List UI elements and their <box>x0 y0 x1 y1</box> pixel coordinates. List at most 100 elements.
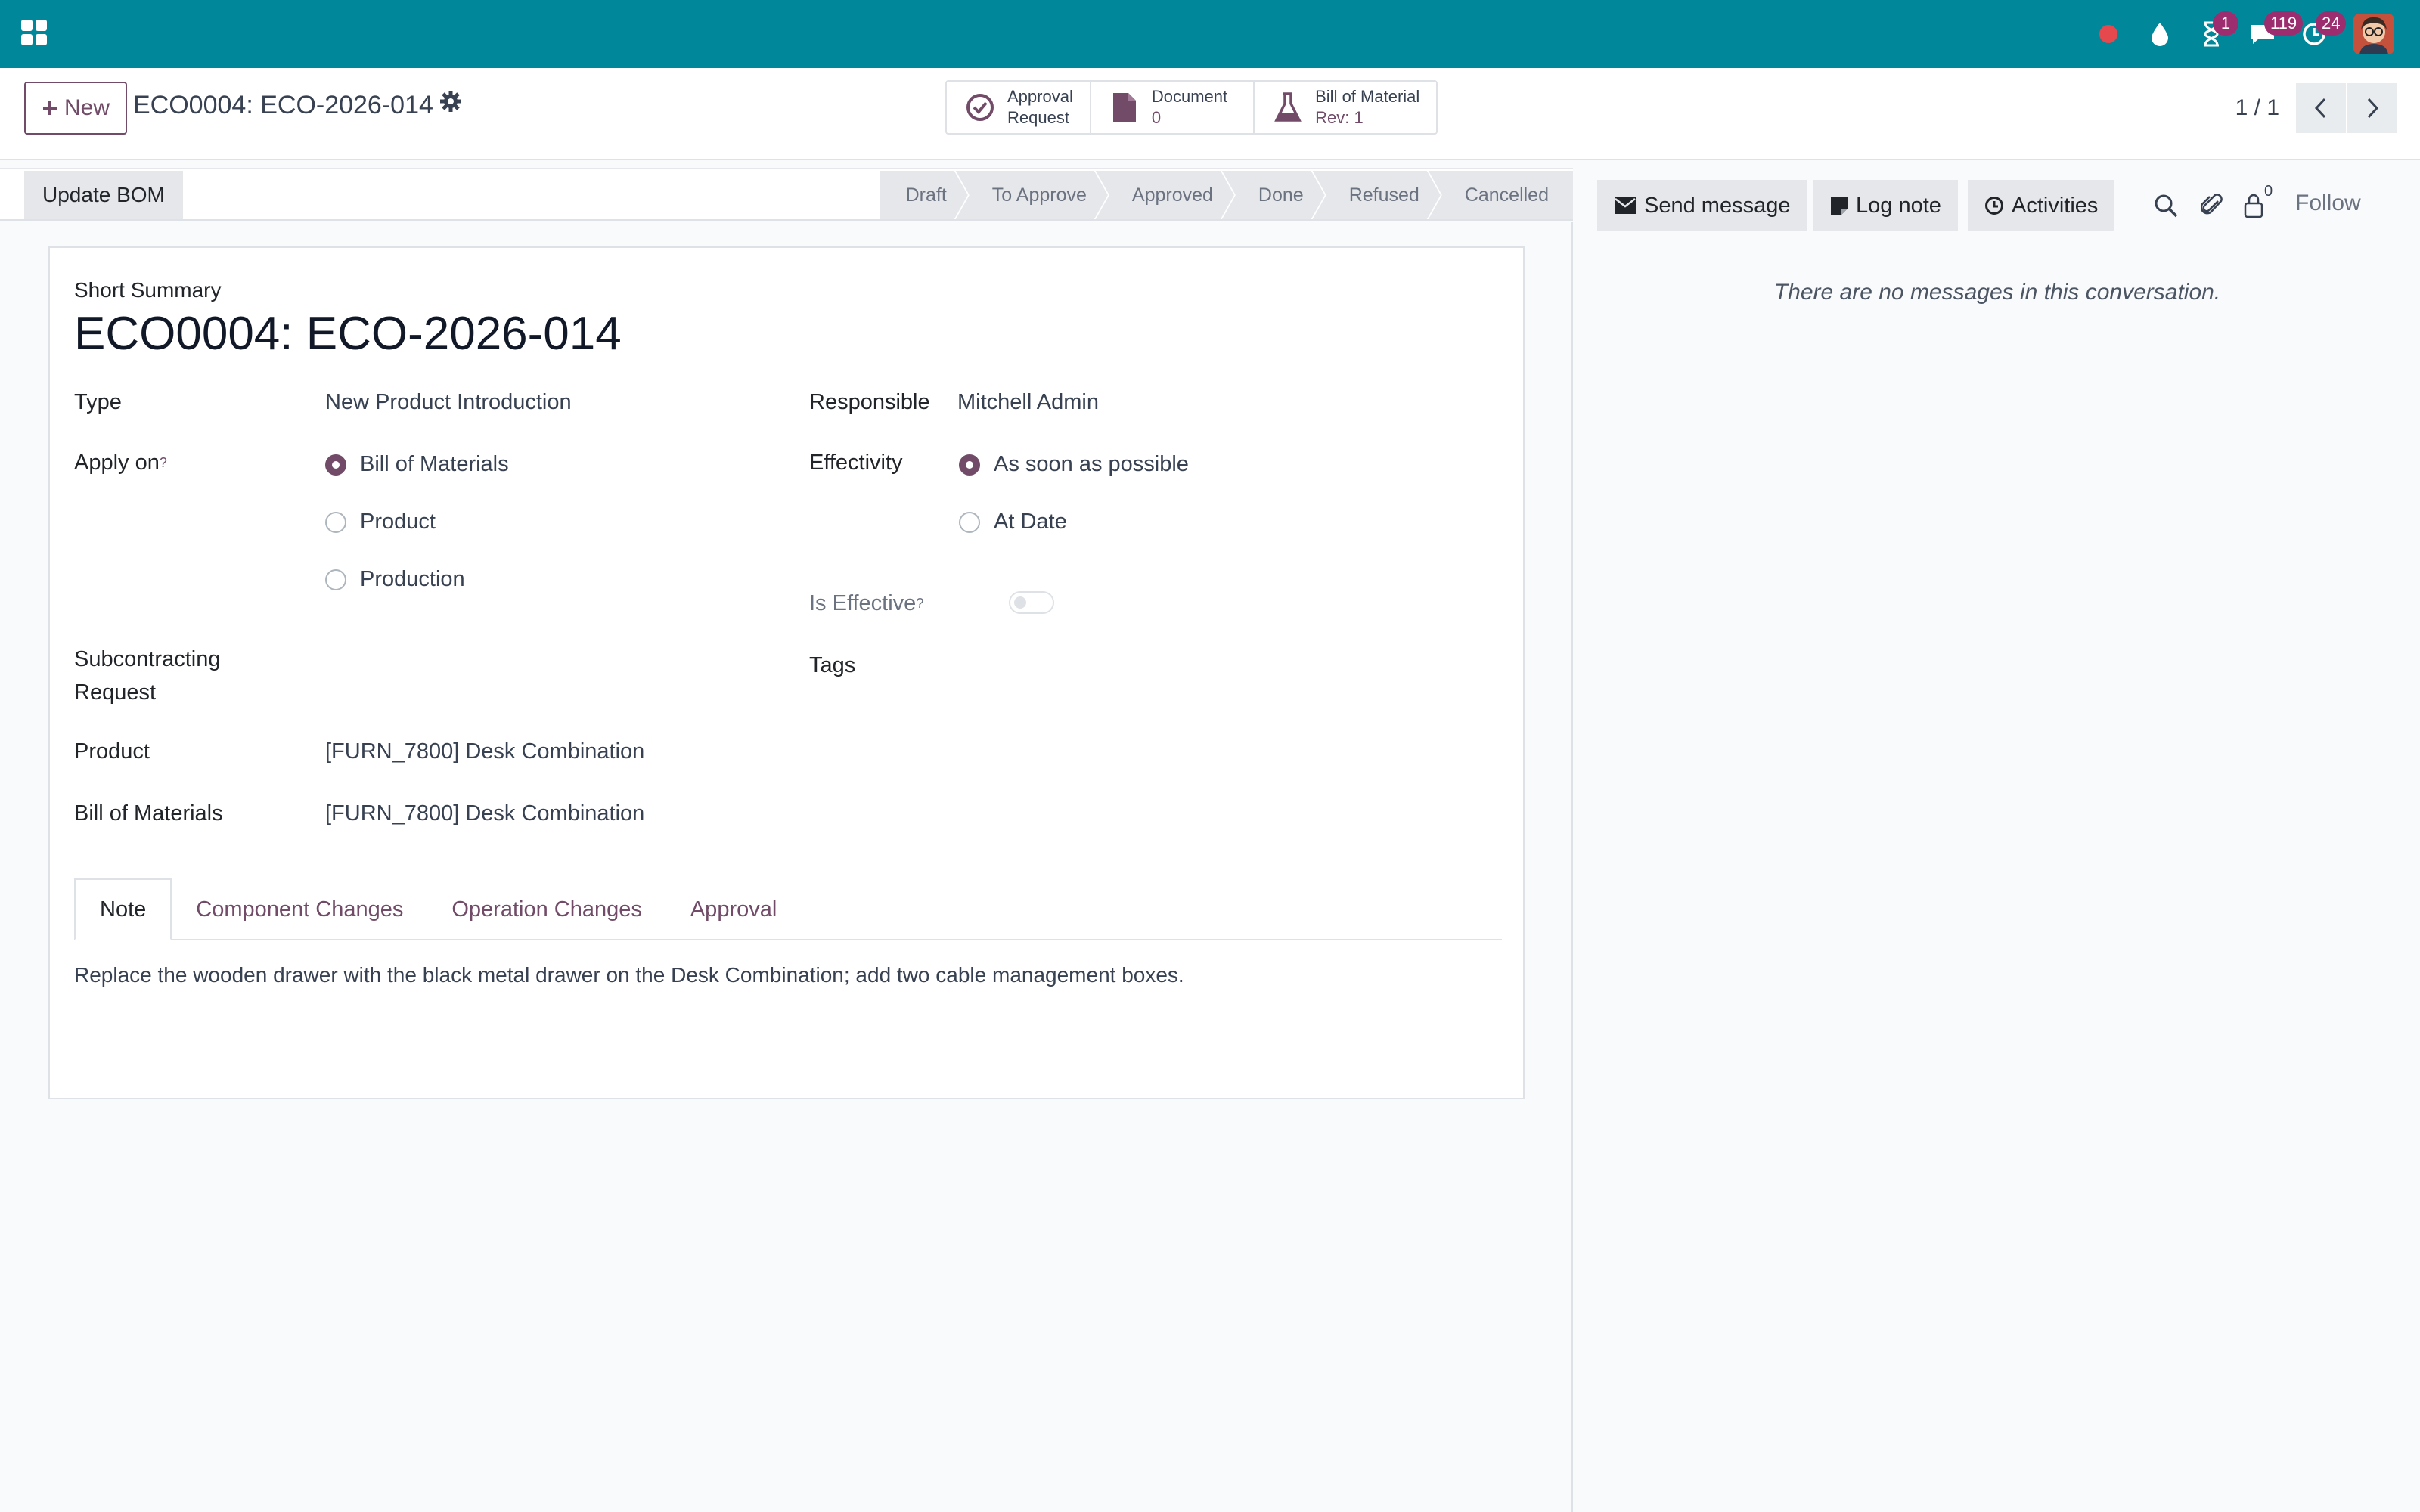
form-statusbar: Update BOM Draft To Approve Approved Don… <box>0 168 1573 221</box>
tab-operation-changes[interactable]: Operation Changes <box>427 878 666 940</box>
responsible-label: Responsible <box>809 390 930 414</box>
effectivity-at-date-radio[interactable]: At Date <box>959 510 1067 534</box>
subcontracting-label-line2: Request <box>74 680 157 705</box>
approval-request-line2: Request <box>1007 108 1069 127</box>
clock-icon <box>1985 197 2003 215</box>
empty-conversation-text: There are no messages in this conversati… <box>1773 280 2221 305</box>
radio-checked-icon <box>959 454 980 476</box>
tags-label: Tags <box>809 653 856 677</box>
eco-title-field[interactable]: ECO0004: ECO-2026-014 <box>74 307 622 361</box>
is-effective-help-icon[interactable]: ? <box>916 596 923 611</box>
short-summary-label: Short Summary <box>74 278 222 302</box>
effectivity-asap-radio[interactable]: As soon as possible <box>959 452 1189 477</box>
apply-on-product-label: Product <box>360 510 436 534</box>
stage-done[interactable]: Done <box>1222 171 1325 219</box>
approval-request-smart-button[interactable]: Approval Request <box>947 82 1091 133</box>
activities-button[interactable]: Activities <box>1968 180 2115 231</box>
stage-refused[interactable]: Refused <box>1313 171 1441 219</box>
approval-request-line1: Approval <box>1007 87 1073 106</box>
apply-on-help-icon[interactable]: ? <box>160 455 167 470</box>
followers-lock-icon[interactable]: 0 <box>2237 183 2273 222</box>
pager-previous-button[interactable] <box>2296 83 2346 133</box>
subcontracting-request-label: Subcontracting Request <box>74 643 220 709</box>
apply-on-label: Apply on? <box>74 446 167 479</box>
form-area: Short Summary ECO0004: ECO-2026-014 Type… <box>0 222 1573 1512</box>
gear-icon[interactable] <box>439 89 466 116</box>
stage-cancelled[interactable]: Cancelled <box>1428 171 1573 219</box>
file-icon <box>1108 91 1141 124</box>
bill-of-material-smart-button[interactable]: Bill of Material Rev: 1 <box>1255 82 1436 133</box>
radio-checked-icon <box>325 454 346 476</box>
type-label: Type <box>74 390 122 414</box>
activities-label: Activities <box>2012 193 2099 218</box>
paperclip-icon[interactable] <box>2196 189 2229 222</box>
search-icon[interactable] <box>2149 189 2183 222</box>
tab-approval[interactable]: Approval <box>666 878 801 940</box>
tab-component-changes[interactable]: Component Changes <box>172 878 427 940</box>
breadcrumb-record-title: ECO0004: ECO-2026-014 <box>133 91 433 119</box>
bom-field[interactable]: [FURN_7800] Desk Combination <box>325 797 644 830</box>
pager-value[interactable]: 1 / 1 <box>2235 95 2279 121</box>
chat-icon[interactable]: 119 <box>2242 11 2304 55</box>
bom-revision: Rev: 1 <box>1315 108 1364 127</box>
check-circle-icon <box>963 91 997 124</box>
document-count: 0 <box>1151 108 1162 127</box>
apply-on-product-radio[interactable]: Product <box>325 510 436 534</box>
chevron-right-icon <box>2367 98 2379 119</box>
bill-of-material-label: Bill of Material <box>1315 87 1420 106</box>
subcontracting-label-line1: Subcontracting <box>74 647 221 671</box>
drop-icon[interactable] <box>2139 13 2181 55</box>
stage-approved[interactable]: Approved <box>1096 171 1234 219</box>
notebook-tabs: Note Component Changes Operation Changes… <box>74 878 1502 940</box>
stage-draft[interactable]: Draft <box>880 171 968 219</box>
effectivity-at-date-label: At Date <box>994 510 1067 534</box>
radio-unchecked-icon <box>325 569 346 590</box>
clock-icon[interactable]: 24 <box>2293 11 2347 55</box>
recording-dot-icon[interactable] <box>2087 13 2130 55</box>
followers-count: 0 <box>2264 183 2273 200</box>
log-note-label: Log note <box>1856 193 1941 218</box>
tab-note[interactable]: Note <box>74 878 172 940</box>
chatter: Send message Log note Activities 0 Follo… <box>1575 168 2420 1512</box>
bom-label: Bill of Materials <box>74 801 223 826</box>
flask-icon <box>1271 91 1305 124</box>
stage-pipeline: Draft To Approve Approved Done Refused C… <box>880 171 1573 219</box>
effectivity-asap-label: As soon as possible <box>994 452 1189 476</box>
new-button[interactable]: New <box>24 82 127 135</box>
apply-on-bom-radio[interactable]: Bill of Materials <box>325 452 509 477</box>
send-message-label: Send message <box>1644 193 1791 218</box>
top-navbar: 1 119 24 <box>0 0 2420 68</box>
radio-unchecked-icon <box>959 511 980 533</box>
follow-button[interactable]: Follow <box>2295 191 2361 216</box>
is-effective-toggle[interactable] <box>1009 591 1054 614</box>
plus-icon <box>42 101 57 115</box>
pager-next-button[interactable] <box>2347 83 2397 133</box>
send-message-button[interactable]: Send message <box>1597 180 1807 231</box>
product-label: Product <box>74 739 150 764</box>
apply-on-production-radio[interactable]: Production <box>325 567 465 592</box>
document-smart-button[interactable]: Document 0 <box>1091 82 1255 133</box>
apps-grid-icon[interactable] <box>21 20 48 47</box>
apply-on-bom-label: Bill of Materials <box>360 452 509 476</box>
apply-on-label-text: Apply on <box>74 451 160 475</box>
hourglass-icon[interactable]: 1 <box>2190 11 2238 55</box>
note-icon <box>1831 197 1848 215</box>
activity-clock-badge: 24 <box>2316 11 2347 36</box>
product-field[interactable]: [FURN_7800] Desk Combination <box>325 735 644 768</box>
radio-unchecked-icon <box>325 511 346 533</box>
is-effective-label: Is Effective? <box>809 587 923 620</box>
is-effective-label-text: Is Effective <box>809 591 917 615</box>
pager: 1 / 1 <box>2235 82 2397 135</box>
note-field[interactable]: Replace the wooden drawer with the black… <box>74 963 1184 987</box>
form-sheet: Short Summary ECO0004: ECO-2026-014 Type… <box>48 246 1525 1099</box>
update-bom-button[interactable]: Update BOM <box>24 171 183 219</box>
chevron-left-icon <box>2314 98 2326 119</box>
log-note-button[interactable]: Log note <box>1813 180 1958 231</box>
responsible-field[interactable]: Mitchell Admin <box>957 386 1099 419</box>
document-smart-button-label: Document <box>1151 87 1228 106</box>
user-avatar[interactable] <box>2353 14 2394 54</box>
stage-to-approve[interactable]: To Approve <box>956 171 1108 219</box>
smart-buttons: Approval Request Document 0 Bill of Mate… <box>945 80 1438 135</box>
type-field[interactable]: New Product Introduction <box>325 386 572 419</box>
new-button-label: New <box>64 95 110 120</box>
